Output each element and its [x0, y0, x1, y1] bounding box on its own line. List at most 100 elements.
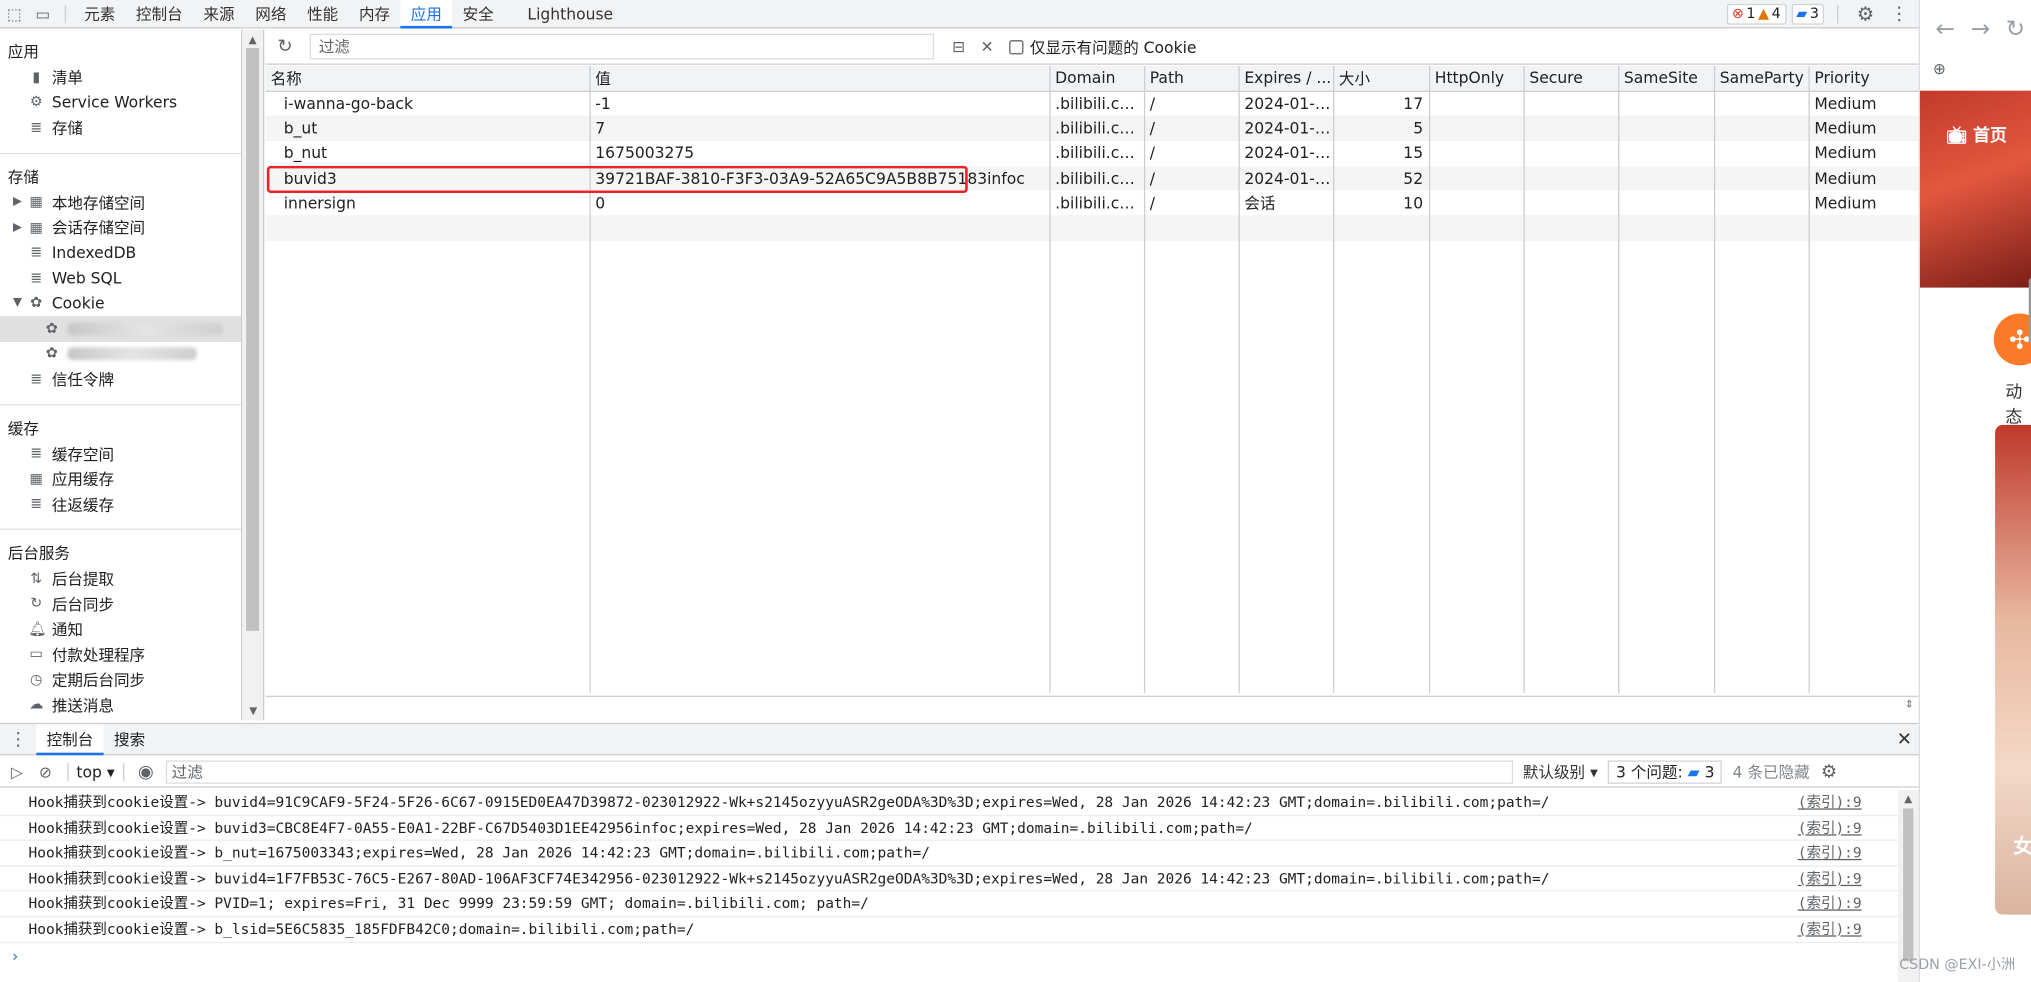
- resize-arrows-icon[interactable]: ⇕: [1905, 698, 1914, 710]
- table-row[interactable]: b_ut 7 .bilibili.com / 2024-01-2... 5 Me…: [265, 115, 1920, 141]
- collapse-arrow-icon[interactable]: ▼: [13, 297, 22, 310]
- sidebar-item-trust-tokens[interactable]: ≣ 信任令牌: [0, 367, 241, 392]
- sidebar-item-background-sync[interactable]: ↻ 后台同步: [0, 591, 241, 616]
- drawer-tab-search[interactable]: 搜索: [104, 724, 156, 755]
- log-source-link[interactable]: (索引):9: [1798, 892, 1898, 916]
- log-source-link[interactable]: (索引):9: [1798, 917, 1898, 941]
- cell-httponly: [1428, 140, 1525, 166]
- sidebar-toggle-icon[interactable]: ▷: [3, 757, 32, 786]
- sidebar-item-push-messaging[interactable]: ☁ 推送消息: [0, 692, 241, 717]
- column-samesite[interactable]: SameSite: [1618, 66, 1715, 92]
- sidebar-item-local-storage[interactable]: ▶ ▦ 本地存储空间: [0, 190, 241, 215]
- message-counter[interactable]: ▰ 3: [1791, 3, 1825, 24]
- table-row[interactable]: innersign 0 .bilibili.com / 会话 10 Medium: [265, 190, 1920, 216]
- column-value[interactable]: 值: [589, 66, 1051, 92]
- sidebar-item-service-workers[interactable]: ⚙ Service Workers: [0, 90, 241, 115]
- only-issues-checkbox[interactable]: [1009, 39, 1024, 54]
- scroll-up-icon[interactable]: ▲: [1898, 793, 1919, 805]
- column-expires[interactable]: Expires / ...: [1238, 66, 1334, 92]
- sidebar-item-notifications[interactable]: 🔔︎ 通知: [0, 617, 241, 642]
- log-source-link[interactable]: (索引):9: [1798, 841, 1898, 865]
- tab-memory[interactable]: 内存: [349, 0, 401, 28]
- sidebar-item-storage[interactable]: ≣ 存储: [0, 115, 241, 140]
- clear-filtered-icon[interactable]: ⊟: [944, 32, 973, 61]
- dynamic-icon[interactable]: ✣: [1993, 313, 2031, 366]
- more-tools-icon[interactable]: ⋮: [0, 725, 36, 754]
- sidebar-item-session-storage[interactable]: ▶ ▦ 会话存储空间: [0, 215, 241, 240]
- clear-console-icon[interactable]: ⊘: [31, 757, 60, 786]
- column-size[interactable]: 大小: [1333, 66, 1430, 92]
- tab-security[interactable]: 安全: [452, 0, 504, 28]
- home-link[interactable]: 📺︎ 首页: [1946, 122, 2007, 146]
- context-selector[interactable]: top ▾: [76, 762, 114, 780]
- banner-image[interactable]: [1919, 90, 2031, 288]
- column-httponly[interactable]: HttpOnly: [1428, 66, 1525, 92]
- column-priority[interactable]: Priority: [1808, 66, 1920, 92]
- tab-sources[interactable]: 来源: [193, 0, 245, 28]
- sidebar-item-periodic-sync[interactable]: ◷ 定期后台同步: [0, 667, 241, 692]
- sidebar-item-payment-handler[interactable]: ▭ 付款处理程序: [0, 642, 241, 667]
- tab-application[interactable]: 应用: [400, 0, 453, 28]
- console-filter-input[interactable]: 过滤: [165, 759, 1513, 784]
- log-source-link[interactable]: (索引):9: [1798, 866, 1898, 890]
- table-row[interactable]: i-wanna-go-back -1 .bilibili.com / 2024-…: [265, 90, 1920, 116]
- cell-priority: Medium: [1808, 165, 1920, 191]
- scroll-down-icon[interactable]: ▼: [242, 705, 264, 717]
- cookie-filter-input[interactable]: 过滤: [309, 33, 935, 60]
- sidebar-item-cookie-origin[interactable]: ✿: [0, 341, 241, 366]
- cell-name: innersign: [265, 190, 591, 216]
- sidebar-item-websql[interactable]: ≣ Web SQL: [0, 266, 241, 291]
- log-source-link[interactable]: (索引):9: [1798, 816, 1898, 840]
- table-row[interactable]: b_nut 1675003275 .bilibili.com / 2024-01…: [265, 140, 1920, 166]
- section-background-services: 后台服务: [7, 544, 70, 563]
- table-row-empty: [265, 215, 1920, 241]
- expand-arrow-icon[interactable]: ▶: [13, 221, 22, 234]
- refresh-icon[interactable]: ↻: [271, 32, 300, 61]
- console-prompt[interactable]: ›: [0, 943, 1898, 969]
- tab-network[interactable]: 网络: [245, 0, 297, 28]
- device-toolbar-icon[interactable]: ▭: [29, 0, 58, 28]
- cell-value: 1675003275: [589, 140, 1051, 166]
- close-drawer-icon[interactable]: ✕: [1890, 725, 1919, 754]
- tab-lighthouse[interactable]: Lighthouse: [517, 0, 623, 28]
- sidebar-item-cookie-origin[interactable]: ✿: [0, 316, 241, 342]
- scroll-up-icon[interactable]: ▲: [242, 34, 263, 46]
- sidebar-item-manifest[interactable]: ▮ 清单: [0, 65, 241, 90]
- sidebar-item-app-cache[interactable]: ▦ 应用缓存: [0, 466, 241, 491]
- sidebar-item-indexeddb[interactable]: ≣ IndexedDB: [0, 240, 241, 265]
- issues-button[interactable]: 3 个问题: ▰ 3: [1608, 759, 1723, 784]
- reload-icon[interactable]: ↻: [2006, 15, 2026, 42]
- cell-path: /: [1143, 115, 1240, 141]
- issue-counter[interactable]: ⊗ 1 ▲ 4: [1726, 3, 1786, 24]
- column-path[interactable]: Path: [1143, 66, 1240, 92]
- sidebar-item-cookie[interactable]: ▼ ✿ Cookie: [0, 291, 241, 316]
- eye-icon[interactable]: ◉: [132, 757, 161, 786]
- cell-domain: .bilibili.com: [1049, 165, 1145, 191]
- sidebar-scrollbar[interactable]: ▲ ▼: [242, 29, 265, 721]
- inspect-element-icon[interactable]: ⬚: [0, 0, 29, 28]
- drawer-tab-console[interactable]: 控制台: [36, 723, 104, 755]
- sidebar-item-background-fetch[interactable]: ⇅ 后台提取: [0, 566, 241, 591]
- tab-console[interactable]: 控制台: [126, 0, 193, 28]
- log-source-link[interactable]: (索引):9: [1798, 790, 1898, 814]
- column-secure[interactable]: Secure: [1523, 66, 1619, 92]
- tab-elements[interactable]: 元素: [74, 0, 126, 28]
- column-name[interactable]: 名称: [265, 66, 591, 92]
- sidebar-item-cache-storage[interactable]: ≣ 缓存空间: [0, 441, 241, 466]
- clear-all-icon[interactable]: ✕: [973, 32, 1002, 61]
- tab-performance[interactable]: 性能: [297, 0, 349, 28]
- file-icon: ▮: [32, 68, 41, 86]
- gear-icon[interactable]: ⚙: [1851, 0, 1880, 28]
- expand-arrow-icon[interactable]: ▶: [13, 196, 22, 209]
- column-domain[interactable]: Domain: [1049, 66, 1145, 92]
- forward-arrow-icon[interactable]: →: [1971, 15, 1991, 42]
- scrollbar-thumb[interactable]: [246, 47, 260, 631]
- table-row[interactable]: buvid3 39721BAF-3810-F3F3-03A9-52A65C9A5…: [265, 165, 1920, 191]
- console-settings-gear-icon[interactable]: ⚙: [1815, 757, 1844, 786]
- log-level-dropdown[interactable]: 默认级别 ▾: [1523, 760, 1598, 782]
- sidebar-item-bfcache[interactable]: ≣ 往返缓存: [0, 492, 241, 517]
- back-arrow-icon[interactable]: ←: [1935, 15, 1955, 42]
- more-options-icon[interactable]: ⋮: [1885, 0, 1914, 28]
- scrollbar-thumb[interactable]: [1903, 808, 1914, 962]
- column-sameparty[interactable]: SameParty: [1713, 66, 1810, 92]
